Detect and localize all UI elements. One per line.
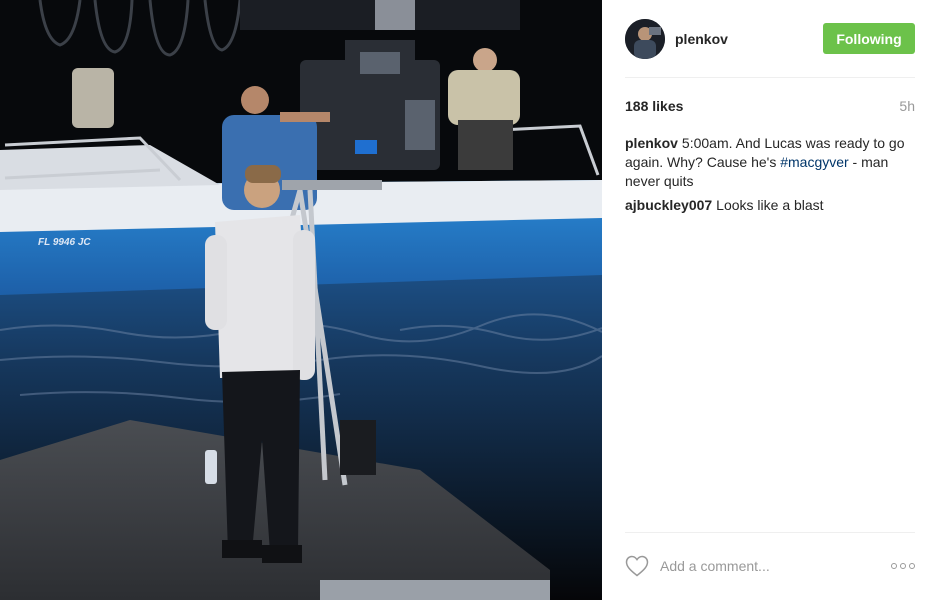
caption-author[interactable]: plenkov — [625, 135, 678, 151]
heart-outline-icon[interactable] — [625, 555, 649, 577]
caption: plenkov 5:00am. And Lucas was ready to go… — [625, 134, 915, 191]
boat-registration: FL 9946 JC — [38, 237, 91, 248]
username[interactable]: plenkov — [675, 31, 728, 47]
post-time[interactable]: 5h — [899, 98, 915, 114]
likes-count[interactable]: 188 likes — [625, 98, 683, 114]
dot — [909, 563, 915, 569]
list-item: ajbuckley007 Looks like a blast — [625, 196, 915, 215]
comments-list: plenkov 5:00am. And Lucas was ready to go… — [625, 134, 915, 220]
header-divider — [625, 77, 915, 78]
comment-bar — [625, 553, 915, 579]
likes-row: 188 likes 5h — [625, 97, 915, 115]
avatar[interactable] — [625, 19, 665, 59]
comment-text: Looks like a blast — [716, 197, 824, 213]
post-photo[interactable]: FL 9946 JC — [0, 0, 602, 600]
post-details-panel: plenkov Following 188 likes 5h plenkov 5:… — [602, 0, 937, 600]
footer-divider — [625, 532, 915, 533]
post-header: plenkov Following — [625, 18, 915, 60]
dot — [900, 563, 906, 569]
following-button[interactable]: Following — [823, 23, 915, 54]
comment-author[interactable]: ajbuckley007 — [625, 197, 712, 213]
caption-hashtag[interactable]: #macgyver — [780, 154, 848, 170]
comment-input[interactable] — [660, 555, 870, 577]
more-options-icon[interactable] — [891, 560, 915, 572]
dot — [891, 563, 897, 569]
